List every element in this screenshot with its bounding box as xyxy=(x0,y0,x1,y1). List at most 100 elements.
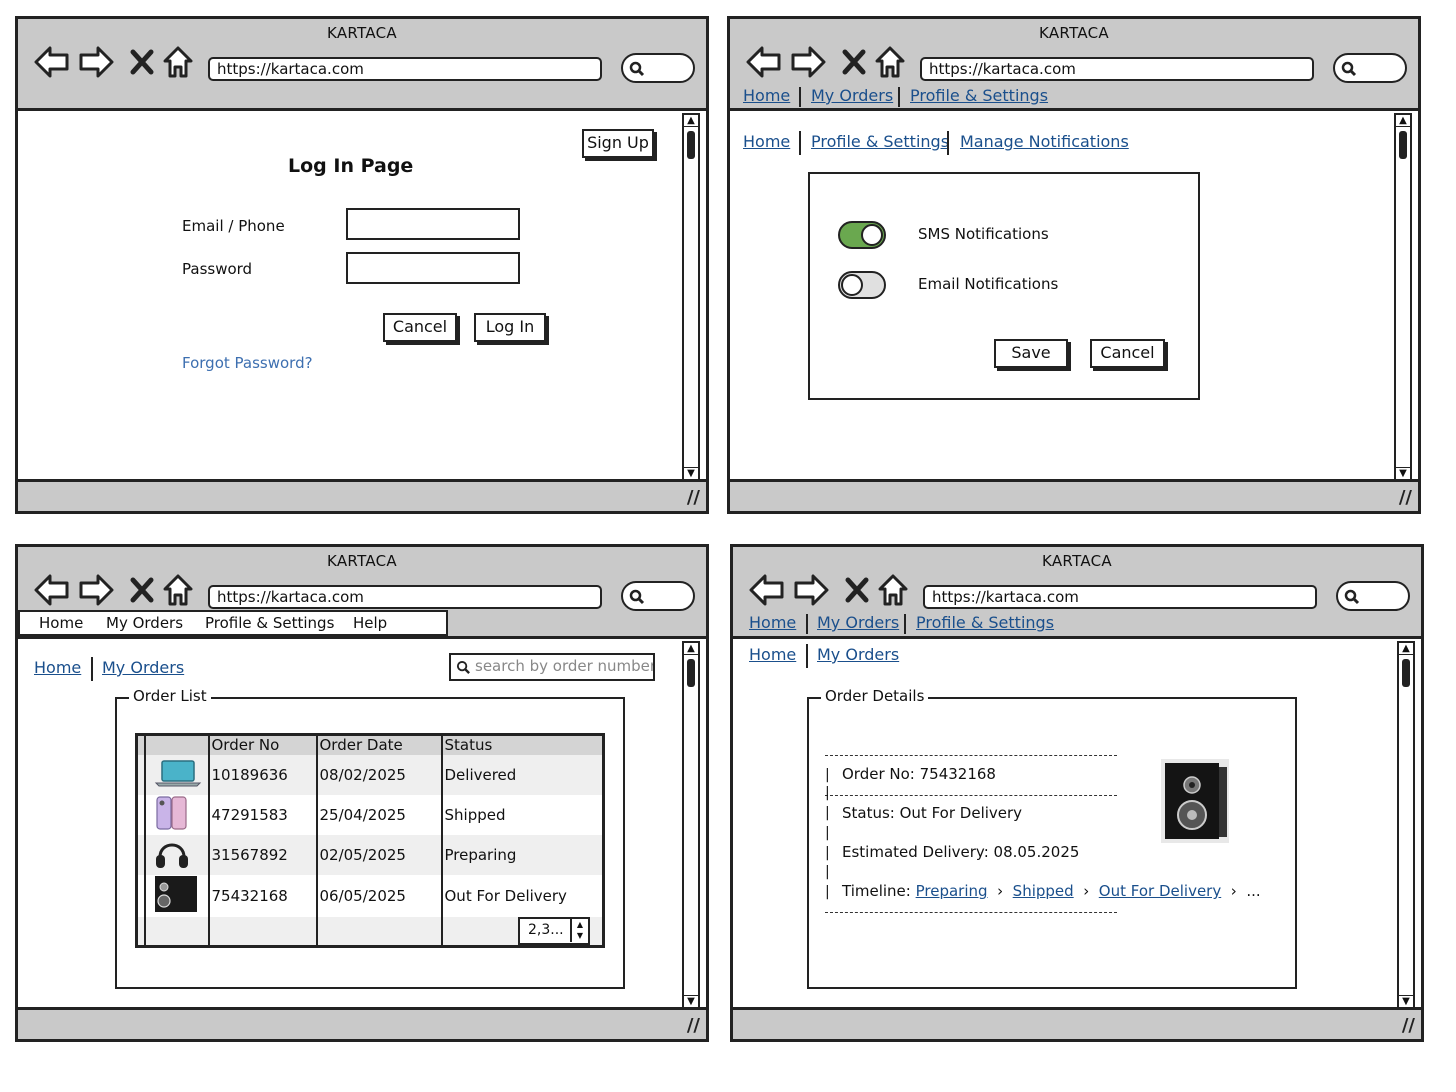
scroll-down-icon[interactable]: ▼ xyxy=(1399,995,1413,1007)
nav-home-link[interactable]: Home xyxy=(743,86,790,105)
timeline-step-preparing[interactable]: Preparing xyxy=(916,882,988,900)
order-number: Order No: 75432168 xyxy=(842,765,996,783)
back-icon[interactable] xyxy=(34,45,70,79)
address-bar[interactable]: https://kartaca.com xyxy=(923,585,1317,609)
table-row[interactable]: 31567892 02/05/2025 Preparing xyxy=(136,834,604,875)
scroll-thumb[interactable] xyxy=(1399,131,1407,159)
nav-my-orders-link[interactable]: My Orders xyxy=(811,86,893,105)
table-row[interactable]: 10189636 08/02/2025 Delivered xyxy=(136,754,604,795)
breadcrumb-home[interactable]: Home xyxy=(743,132,790,151)
header-status: Status xyxy=(440,734,604,755)
table-row[interactable]: 75432168 06/05/2025 Out For Delivery xyxy=(137,874,604,917)
sms-toggle[interactable] xyxy=(838,221,886,249)
breadcrumb-manage-notifications[interactable]: Manage Notifications xyxy=(960,132,1129,151)
timeline-step-shipped[interactable]: Shipped xyxy=(1013,882,1074,900)
forward-icon[interactable] xyxy=(78,573,114,607)
menu-item-help[interactable]: Help xyxy=(353,614,387,632)
page-stepper[interactable]: 2,3... ▲ ▼ xyxy=(518,916,590,945)
nav-my-orders-link[interactable]: My Orders xyxy=(817,613,899,632)
email-toggle[interactable] xyxy=(838,271,886,299)
forward-icon[interactable] xyxy=(793,573,829,607)
scroll-up-icon[interactable]: ▲ xyxy=(684,115,698,127)
breadcrumb-home[interactable]: Home xyxy=(34,658,81,677)
nav-profile-link[interactable]: Profile & Settings xyxy=(916,613,1054,632)
scroll-thumb[interactable] xyxy=(687,131,695,159)
password-field[interactable] xyxy=(346,252,520,284)
vertical-rule: | xyxy=(825,864,830,880)
cancel-button[interactable]: Cancel xyxy=(383,313,457,342)
nav-profile-link[interactable]: Profile & Settings xyxy=(910,86,1048,105)
browser-search-box[interactable] xyxy=(621,53,695,83)
address-bar[interactable]: https://kartaca.com xyxy=(208,585,602,609)
email-label: Email / Phone xyxy=(182,217,285,235)
browser-search-box[interactable] xyxy=(1333,53,1407,83)
row-gutter xyxy=(137,875,145,917)
breadcrumb-my-orders[interactable]: My Orders xyxy=(817,645,899,664)
email-field[interactable] xyxy=(346,208,520,240)
menu-item-my-orders[interactable]: My Orders xyxy=(106,614,183,632)
save-button[interactable]: Save xyxy=(994,339,1068,368)
address-bar[interactable]: https://kartaca.com xyxy=(208,57,602,81)
address-bar[interactable]: https://kartaca.com xyxy=(920,57,1314,81)
vertical-scrollbar[interactable]: ▲ ▼ xyxy=(1394,113,1412,481)
cancel-button[interactable]: Cancel xyxy=(1090,339,1165,368)
table-row[interactable]: 47291583 25/04/2025 Shipped xyxy=(137,794,604,835)
scroll-down-icon[interactable]: ▼ xyxy=(1396,467,1410,479)
stop-icon[interactable] xyxy=(845,577,869,603)
row-gutter xyxy=(136,754,145,795)
stop-icon[interactable] xyxy=(130,49,154,75)
product-thumb xyxy=(143,874,209,917)
page-title: Log In Page xyxy=(288,155,414,177)
back-icon[interactable] xyxy=(34,573,70,607)
breadcrumb-separator xyxy=(947,131,949,155)
cell-order-no: 31567892 xyxy=(207,834,317,875)
resize-grip-icon[interactable]: // xyxy=(687,489,700,507)
home-icon[interactable] xyxy=(874,45,906,79)
menu-item-profile[interactable]: Profile & Settings xyxy=(205,614,334,632)
browser-chrome: KARTACA https://kartaca.com Home My Orde… xyxy=(730,19,1418,111)
scroll-down-icon[interactable]: ▼ xyxy=(684,467,698,479)
header-order-date: Order Date xyxy=(315,734,442,755)
scroll-thumb[interactable] xyxy=(1402,659,1410,687)
back-icon[interactable] xyxy=(749,573,785,607)
home-icon[interactable] xyxy=(162,45,194,79)
vertical-scrollbar[interactable]: ▲ ▼ xyxy=(682,641,700,1009)
home-icon[interactable] xyxy=(162,573,194,607)
notifications-window: KARTACA https://kartaca.com Home My Orde… xyxy=(727,16,1421,514)
scroll-down-icon[interactable]: ▼ xyxy=(684,995,698,1007)
resize-grip-icon[interactable]: // xyxy=(1399,489,1412,507)
order-search-input[interactable]: search by order number xyxy=(449,653,655,681)
back-icon[interactable] xyxy=(746,45,782,79)
browser-search-box[interactable] xyxy=(1336,581,1410,611)
forgot-password-link[interactable]: Forgot Password? xyxy=(182,354,313,372)
menu-item-home[interactable]: Home xyxy=(39,614,83,632)
forward-icon[interactable] xyxy=(78,45,114,79)
login-button[interactable]: Log In xyxy=(474,313,546,342)
stepper-arrows-icon[interactable]: ▲ ▼ xyxy=(570,918,588,942)
cell-order-no: 75432168 xyxy=(207,874,317,917)
scroll-thumb[interactable] xyxy=(687,659,695,687)
signup-button[interactable]: Sign Up xyxy=(582,129,654,158)
nav-separator xyxy=(904,614,906,634)
timeline-step-out-for-delivery[interactable]: Out For Delivery xyxy=(1099,882,1221,900)
dashed-divider xyxy=(825,912,1117,913)
stop-icon[interactable] xyxy=(842,49,866,75)
scroll-up-icon[interactable]: ▲ xyxy=(684,643,698,655)
browser-search-box[interactable] xyxy=(621,581,695,611)
scroll-up-icon[interactable]: ▲ xyxy=(1396,115,1410,127)
forward-icon[interactable] xyxy=(790,45,826,79)
vertical-scrollbar[interactable]: ▲ ▼ xyxy=(1397,641,1415,1009)
resize-grip-icon[interactable]: // xyxy=(687,1017,700,1035)
vertical-scrollbar[interactable]: ▲ ▼ xyxy=(682,113,700,481)
cell-status: Shipped xyxy=(440,794,604,835)
breadcrumb-profile[interactable]: Profile & Settings xyxy=(811,132,949,151)
cell-date: 02/05/2025 xyxy=(315,834,442,875)
vertical-rule: | xyxy=(825,805,830,821)
stop-icon[interactable] xyxy=(130,577,154,603)
resize-grip-icon[interactable]: // xyxy=(1402,1017,1415,1035)
scroll-up-icon[interactable]: ▲ xyxy=(1399,643,1413,655)
home-icon[interactable] xyxy=(877,573,909,607)
breadcrumb-home[interactable]: Home xyxy=(749,645,796,664)
nav-home-link[interactable]: Home xyxy=(749,613,796,632)
breadcrumb-my-orders[interactable]: My Orders xyxy=(102,658,184,677)
